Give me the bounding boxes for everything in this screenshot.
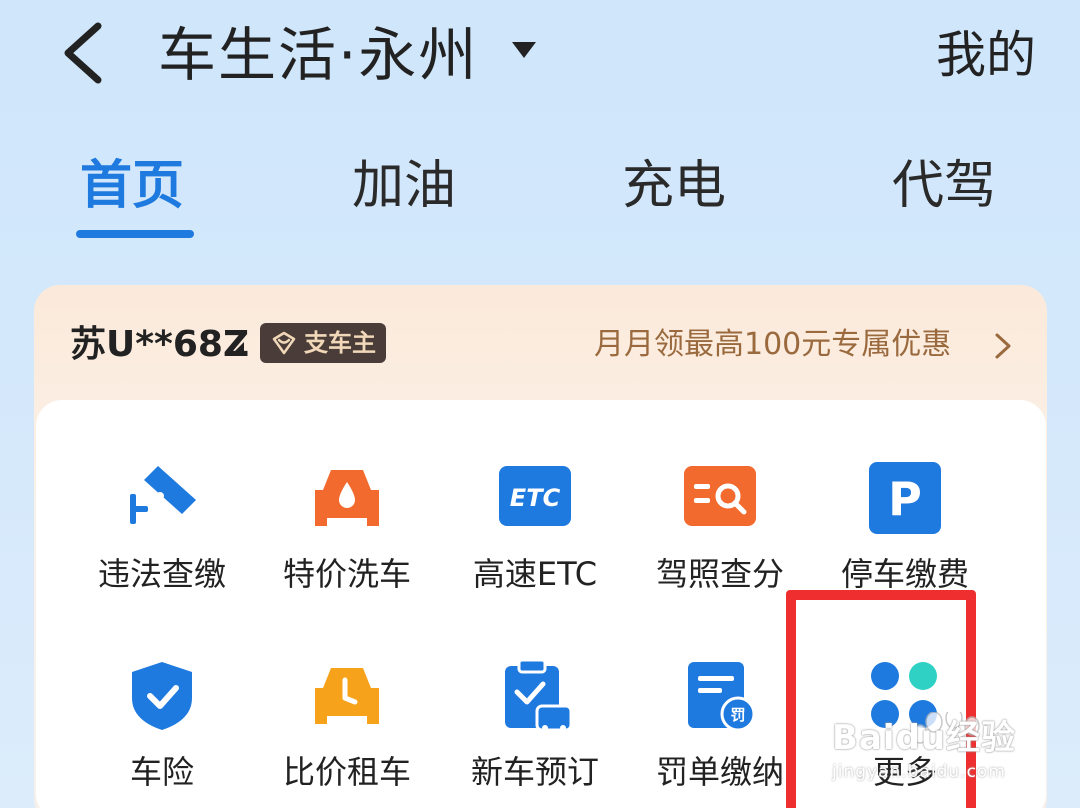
fine-ticket-icon: 罚 [688,662,756,732]
new-car-booking-icon [505,658,573,732]
service-label: 车险 [129,753,194,791]
tab-refuel[interactable]: 加油 [352,150,456,222]
car-wash-icon [315,470,379,526]
tab-home[interactable]: 首页 [80,150,184,222]
service-label: 新车预订 [470,753,599,791]
plate-dropdown-icon[interactable] [230,342,244,356]
promo-link[interactable]: 月月领最高100元专属优惠 [594,322,951,368]
active-tab-indicator [76,230,194,238]
traffic-camera-icon [130,466,196,524]
service-etc[interactable]: ETC 高速ETC [440,460,630,620]
tab-designated-driver[interactable]: 代驾 [892,150,996,222]
service-car-wash[interactable]: 特价洗车 [252,460,442,620]
svg-text:P: P [888,472,922,526]
top-bar: 车生活·永州 我的 [0,0,1080,110]
service-new-car-booking[interactable]: 新车预订 [440,658,630,808]
svg-text:罚: 罚 [730,706,745,724]
license-search-icon [684,466,756,526]
etc-icon: ETC [499,466,571,526]
service-car-insurance[interactable]: 车险 [67,658,257,808]
svg-text:ETC: ETC [510,484,561,512]
chevron-right-icon[interactable] [994,332,1012,360]
owner-badge-label: 支车主 [304,329,376,357]
service-car-rental[interactable]: 比价租车 [252,658,442,808]
service-label: 比价租车 [282,753,411,791]
watermark-text: Baidu经验 [832,718,1017,758]
mine-link[interactable]: 我的 [936,22,1036,88]
owner-badge: 支车主 [260,323,386,363]
page-title[interactable]: 车生活·永州 [158,20,478,90]
service-label: 特价洗车 [282,555,411,593]
caret-down-icon[interactable] [510,38,538,62]
watermark-url: jingyan.baidu.com [832,762,1006,782]
service-label: 违法查缴 [97,555,226,593]
parking-icon: P [869,462,941,534]
service-label: 驾照查分 [655,555,784,593]
plate-number[interactable]: 苏U**68Z [70,322,249,368]
tab-charging[interactable]: 充电 [622,150,726,222]
owner-badge-icon [272,331,296,355]
car-rental-clock-icon [315,668,379,724]
back-arrow-icon[interactable] [56,18,116,88]
shield-check-icon [132,662,192,730]
service-label: 停车缴费 [840,555,969,593]
service-traffic-violation[interactable]: 违法查缴 [67,460,257,620]
service-label: 高速ETC [472,555,598,593]
